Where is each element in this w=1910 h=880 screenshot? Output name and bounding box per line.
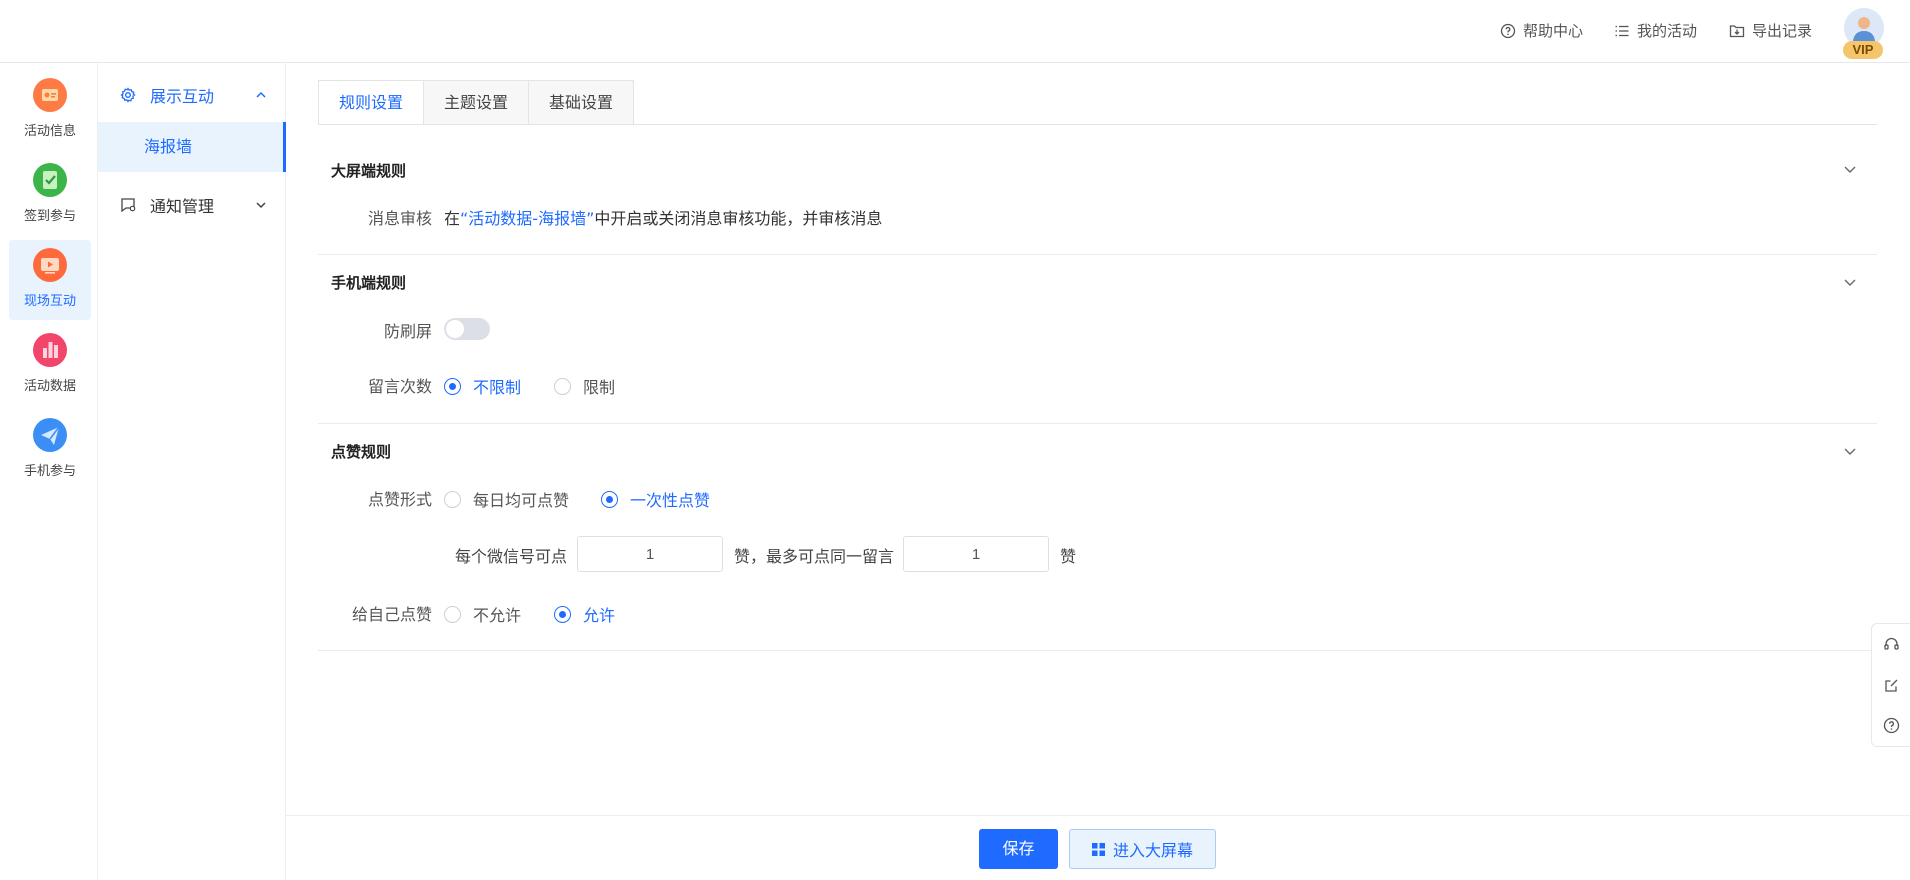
section-divider [318, 650, 1877, 651]
section-title-big-screen: 大屏端规则 [331, 162, 407, 180]
radio-once-like[interactable]: 一次性点赞 [601, 487, 710, 511]
section-divider [318, 254, 1877, 255]
help-center-label: 帮助中心 [1523, 22, 1584, 40]
enter-big-screen-label: 进入大屏幕 [1112, 841, 1193, 860]
chevron-down-icon[interactable] [1843, 162, 1857, 176]
rail-item-checkin[interactable]: 签到参与 [9, 155, 91, 235]
tab-rule-settings[interactable]: 规则设置 [318, 80, 425, 125]
radio-dot [601, 490, 618, 508]
review-pre: 在 [444, 209, 461, 228]
radio-dot [554, 377, 571, 395]
subnav-group-display-interaction[interactable]: 展示互动 [98, 77, 286, 113]
section-divider [318, 423, 1877, 424]
rail-item-live-interaction[interactable]: 现场互动 [9, 240, 91, 320]
likes-unit-label: 赞 [1060, 547, 1077, 566]
section-title-mobile: 手机端规则 [331, 274, 407, 292]
per-wechat-likes-input[interactable] [577, 536, 723, 572]
poster-wall-data-link[interactable]: “活动数据-海报墙” [460, 209, 594, 228]
self-like-label: 给自己点赞 [351, 605, 432, 624]
paper-plane-icon [33, 418, 67, 452]
save-button[interactable]: 保存 [979, 829, 1058, 869]
tab-basic-settings[interactable]: 基础设置 [529, 80, 635, 125]
tab-theme-settings[interactable]: 主题设置 [424, 80, 530, 125]
question-circle-icon[interactable] [1883, 717, 1900, 734]
data-chart-icon [33, 333, 67, 367]
section-title-like: 点赞规则 [331, 443, 392, 461]
radio-dot [444, 490, 461, 508]
subnav-group-label: 通知管理 [150, 197, 215, 216]
radio-limited[interactable]: 限制 [554, 374, 615, 398]
gear-icon [120, 87, 136, 103]
radio-label: 限制 [583, 378, 616, 397]
radio-dot [554, 605, 571, 623]
radio-disallow-self-like[interactable]: 不允许 [444, 602, 521, 626]
chevron-down-icon[interactable] [1843, 444, 1857, 458]
radio-daily-like[interactable]: 每日均可点赞 [444, 487, 569, 511]
per-wechat-label: 每个微信号可点 [455, 547, 568, 566]
review-label: 消息审核 [367, 209, 432, 228]
export-records-label: 导出记录 [1752, 22, 1813, 40]
rail-item-activity-info[interactable]: 活动信息 [9, 70, 91, 150]
floating-toolbar [1871, 623, 1910, 747]
subnav-group-label: 展示互动 [150, 87, 215, 106]
rail-label: 活动信息 [23, 124, 76, 139]
tab-divider [318, 124, 1877, 125]
radio-dot [444, 377, 461, 395]
live-interaction-icon [33, 248, 67, 282]
sub-nav: 展示互动 海报墙 通知管理 [98, 63, 286, 880]
message-count-label: 留言次数 [367, 377, 432, 396]
top-bar: 帮助中心 我的活动 导出记录 VIP [0, 0, 1910, 63]
headset-icon[interactable] [1883, 636, 1900, 653]
subnav-group-notifications[interactable]: 通知管理 [98, 187, 286, 223]
anti-spam-toggle[interactable] [444, 318, 490, 340]
help-center-link[interactable]: 帮助中心 [1500, 20, 1583, 41]
subnav-item-poster-wall[interactable]: 海报墙 [98, 122, 286, 172]
edit-icon[interactable] [1883, 677, 1900, 694]
enter-big-screen-button[interactable]: 进入大屏幕 [1069, 829, 1216, 869]
radio-label: 不限制 [473, 378, 522, 397]
chevron-down-icon[interactable] [1843, 275, 1857, 289]
my-activities-label: 我的活动 [1637, 22, 1698, 40]
question-circle-icon [1500, 23, 1516, 38]
anti-spam-label: 防刷屏 [383, 322, 432, 341]
rail-label: 活动数据 [23, 379, 76, 394]
chevron-up-icon [256, 91, 266, 98]
grid-icon [1091, 842, 1105, 856]
rail-label: 现场互动 [23, 294, 76, 309]
settings-tabs: 规则设置 主题设置 基础设置 [318, 80, 635, 125]
review-post: 中开启或关闭消息审核功能，并审核消息 [594, 209, 883, 228]
rail-item-mobile[interactable]: 手机参与 [9, 410, 91, 490]
my-activities-link[interactable]: 我的活动 [1614, 20, 1697, 41]
download-folder-icon [1729, 24, 1745, 37]
like-form-label: 点赞形式 [367, 490, 432, 509]
list-icon [1615, 25, 1629, 36]
rail-item-activity-data[interactable]: 活动数据 [9, 325, 91, 405]
radio-label: 不允许 [473, 606, 522, 625]
rail-label: 手机参与 [23, 464, 76, 479]
radio-unlimited[interactable]: 不限制 [444, 374, 521, 398]
vip-badge: VIP [1843, 41, 1883, 59]
radio-dot [444, 605, 461, 623]
checkin-icon [33, 163, 67, 197]
chevron-down-icon [256, 202, 266, 209]
radio-label: 允许 [583, 606, 616, 625]
per-wechat-mid-label: 赞，最多可点同一留言 [734, 547, 895, 566]
activity-info-icon [33, 78, 67, 112]
radio-label: 一次性点赞 [630, 491, 711, 510]
radio-allow-self-like[interactable]: 允许 [554, 602, 615, 626]
same-message-likes-input[interactable] [903, 536, 1049, 572]
review-description: 在“活动数据-海报墙”中开启或关闭消息审核功能，并审核消息 [444, 205, 882, 229]
rail-label: 签到参与 [23, 209, 76, 224]
message-flag-icon [121, 198, 136, 213]
radio-label: 每日均可点赞 [473, 491, 570, 510]
export-records-link[interactable]: 导出记录 [1729, 20, 1812, 41]
main-rail: 活动信息 签到参与 现场互动 活动数据 手机参与 [0, 63, 98, 880]
